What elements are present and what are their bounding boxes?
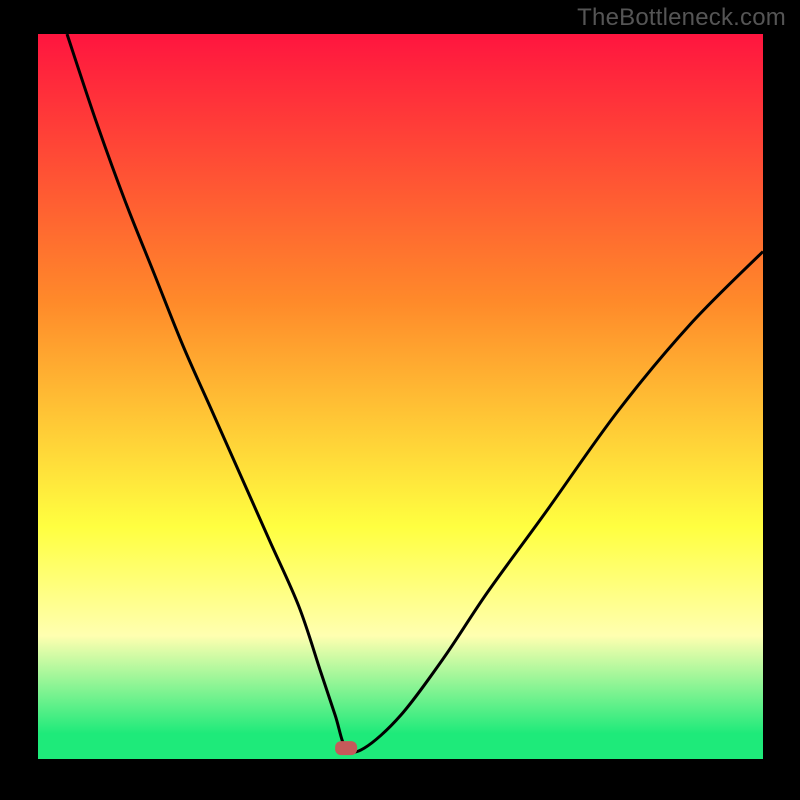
bottleneck-chart [0, 0, 800, 800]
chart-frame: TheBottleneck.com [0, 0, 800, 800]
plot-background [38, 34, 763, 759]
optimal-marker [335, 741, 357, 755]
watermark-text: TheBottleneck.com [577, 4, 786, 32]
